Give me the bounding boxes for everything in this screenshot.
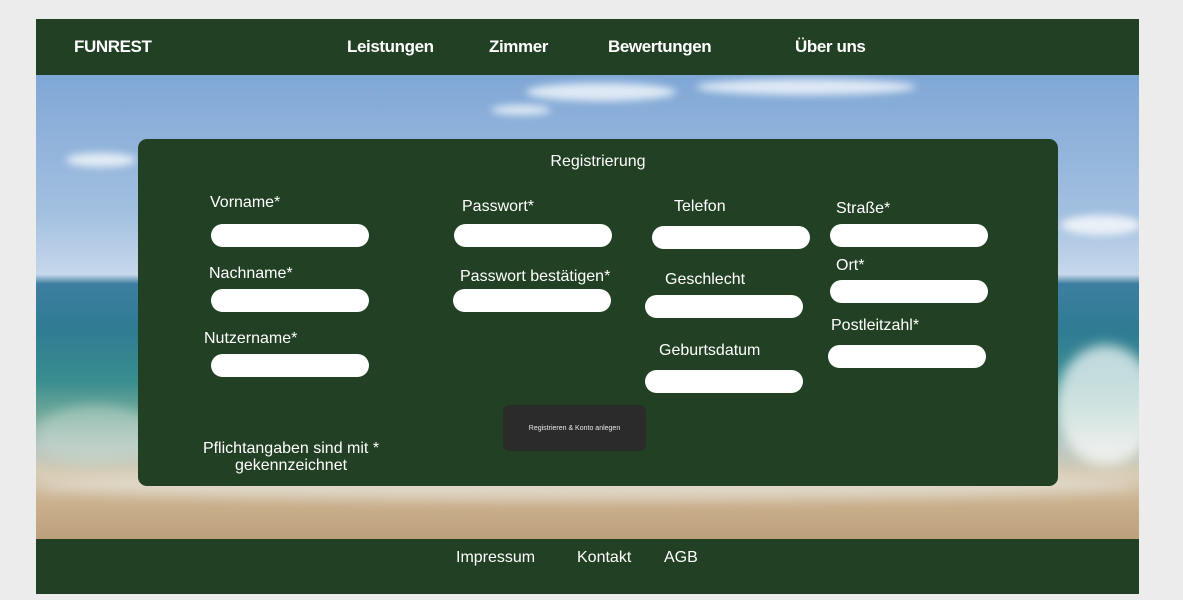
geschlecht-input[interactable] [645, 295, 803, 318]
label-vorname: Vorname* [210, 194, 281, 211]
nav-item-zimmer[interactable]: Zimmer [489, 37, 548, 57]
geburtsdatum-input[interactable] [645, 370, 803, 393]
nutzername-input[interactable] [211, 354, 369, 377]
passwort-bestaetigen-input[interactable] [453, 289, 611, 312]
cloud [491, 105, 551, 115]
register-button[interactable]: Registrieren & Konto anlegen [503, 405, 646, 451]
cloud [66, 153, 136, 167]
footer-link-agb[interactable]: AGB [664, 549, 698, 567]
passwort-input[interactable] [454, 224, 612, 247]
footer-link-kontakt[interactable]: Kontakt [577, 549, 631, 567]
brand-logo[interactable]: FUNREST [74, 37, 152, 57]
label-nachname: Nachname* [209, 265, 293, 282]
label-geschlecht: Geschlecht [665, 271, 746, 288]
label-postleitzahl: Postleitzahl* [831, 317, 920, 334]
label-passwort: Passwort* [462, 198, 535, 215]
top-navbar: FUNREST Leistungen Zimmer Bewertungen Üb… [36, 19, 1139, 75]
vorname-input[interactable] [211, 224, 369, 247]
registration-panel: Registrierung Vorname* Nachname* Nutzern… [138, 139, 1058, 486]
nav-item-leistungen[interactable]: Leistungen [347, 37, 434, 57]
strasse-input[interactable] [830, 224, 988, 247]
form-title: Registrierung [550, 153, 646, 170]
footer-link-impressum[interactable]: Impressum [456, 549, 535, 567]
label-strasse: Straße* [836, 200, 891, 217]
page: FUNREST Leistungen Zimmer Bewertungen Üb… [36, 19, 1139, 594]
label-geburtsdatum: Geburtsdatum [659, 342, 761, 359]
cloud [696, 79, 916, 95]
required-fields-note: Pflichtangaben sind mit * gekennzeichnet [202, 440, 380, 474]
postleitzahl-input[interactable] [828, 345, 986, 368]
label-ort: Ort* [836, 257, 865, 274]
nav-item-ueber-uns[interactable]: Über uns [795, 37, 866, 57]
cloud [1061, 215, 1139, 235]
telefon-input[interactable] [652, 226, 810, 249]
ort-input[interactable] [830, 280, 988, 303]
cloud [526, 83, 676, 101]
nachname-input[interactable] [211, 289, 369, 312]
label-passwort-bestaetigen: Passwort bestätigen* [460, 268, 611, 285]
label-nutzername: Nutzername* [204, 330, 298, 347]
wave-foam [1056, 345, 1139, 465]
label-telefon: Telefon [674, 198, 726, 215]
nav-item-bewertungen[interactable]: Bewertungen [608, 37, 712, 57]
footer: Impressum Kontakt AGB [36, 539, 1139, 594]
